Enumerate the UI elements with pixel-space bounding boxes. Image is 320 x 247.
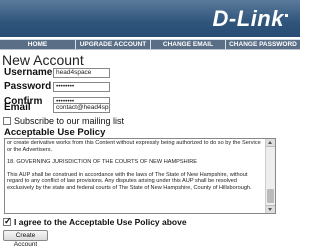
scroll-down-arrow-icon[interactable] xyxy=(266,205,275,213)
policy-scrollbar[interactable] xyxy=(265,139,275,213)
policy-text: or create derivative works from this Con… xyxy=(7,140,265,198)
username-label: Username xyxy=(4,67,53,78)
policy-paragraph: or create derivative works from this Con… xyxy=(7,140,261,153)
scroll-thumb[interactable] xyxy=(267,189,274,203)
policy-paragraph: This AUP shall be construed in accordanc… xyxy=(7,171,252,191)
nav-change-email[interactable]: CHANGE EMAIL xyxy=(151,40,225,49)
policy-paragraph: 18. GOVERNING JURISDICTION OF THE COURTS… xyxy=(7,159,197,166)
username-input[interactable]: head4space xyxy=(53,68,110,78)
agree-checkbox[interactable] xyxy=(3,216,12,227)
subscribe-label: Subscribe to our mailing list xyxy=(14,116,125,126)
site-header: D-Link xyxy=(0,0,300,37)
agree-label: I agree to the Acceptable Use Policy abo… xyxy=(14,217,187,227)
main-nav: HOME UPGRADE ACCOUNT CHANGE EMAIL CHANGE… xyxy=(0,38,300,50)
scroll-up-arrow-icon[interactable] xyxy=(266,139,275,147)
password-input[interactable]: •••••••• xyxy=(53,82,110,92)
policy-textarea[interactable]: or create derivative works from this Con… xyxy=(4,138,276,214)
password-label: Password xyxy=(4,81,52,92)
subscribe-checkbox[interactable] xyxy=(3,117,11,125)
agree-row[interactable]: I agree to the Acceptable Use Policy abo… xyxy=(3,216,187,227)
page-title: New Account xyxy=(2,52,84,68)
dlink-logo[interactable]: D-Link xyxy=(213,6,288,32)
create-account-button[interactable]: Create Account xyxy=(3,230,48,247)
email-label-visible: Email xyxy=(4,102,31,113)
nav-change-password[interactable]: CHANGE PASSWORD xyxy=(226,40,300,49)
logo-dot xyxy=(285,14,288,17)
email-input[interactable]: contact@head4space.c xyxy=(53,103,110,113)
subscribe-row[interactable]: Subscribe to our mailing list xyxy=(3,116,124,126)
nav-upgrade-account[interactable]: UPGRADE ACCOUNT xyxy=(76,40,150,49)
logo-text: D-Link xyxy=(212,6,284,31)
nav-home[interactable]: HOME xyxy=(0,40,75,49)
policy-heading: Acceptable Use Policy xyxy=(4,127,106,138)
